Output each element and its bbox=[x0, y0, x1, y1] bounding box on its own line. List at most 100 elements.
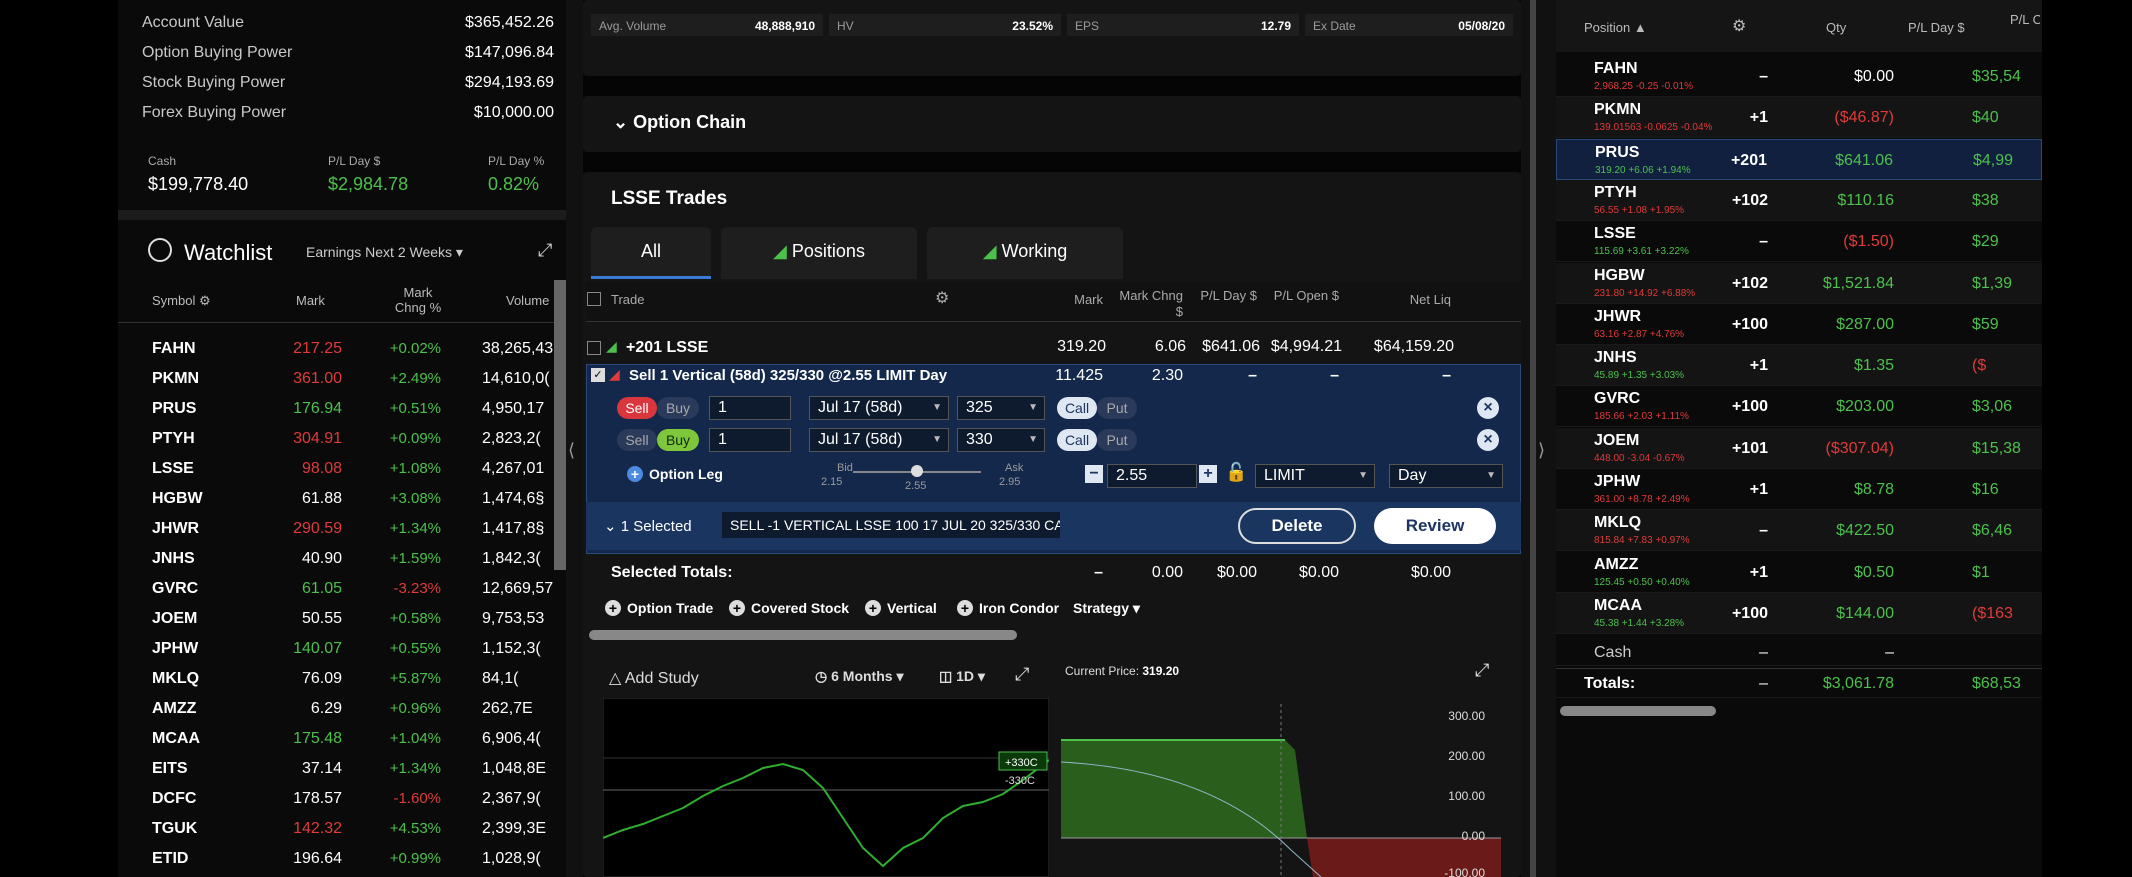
watchlist-row[interactable]: PKMN 361.00 +2.49% 14,610,0( bbox=[118, 364, 566, 394]
gear-icon[interactable]: ⚙ bbox=[935, 288, 949, 308]
strike-select[interactable]: 325 ▼ bbox=[957, 396, 1045, 420]
expiration-select[interactable]: Jul 17 (58d) ▼ bbox=[809, 428, 949, 452]
col-pl-day[interactable]: P/L Day $ bbox=[1908, 20, 1965, 35]
watchlist-row[interactable]: GVRC 61.05 -3.23% 12,669,57 bbox=[118, 574, 566, 604]
quantity-input[interactable]: 1 bbox=[709, 428, 791, 452]
position-row[interactable]: HGBW 231.80 +14.92 +6.88% +102 $1,521.84 $1,… bbox=[1556, 262, 2042, 304]
watchlist-row[interactable]: AMZZ 6.29 +0.96% 262,7E bbox=[118, 694, 566, 724]
strategy-dropdown[interactable]: Strategy ▾ bbox=[1073, 600, 1140, 617]
watchlist-row[interactable]: PRUS 176.94 +0.51% 4,950,17 bbox=[118, 394, 566, 424]
position-row[interactable]: ◢ +201 LSSE 319.20 6.06 $641.06 $4,994.2… bbox=[586, 338, 1521, 362]
put-toggle[interactable]: Put bbox=[1097, 397, 1137, 419]
position-row[interactable]: PRUS 319.20 +6.06 +1.94% +201 $641.06 $4,99 bbox=[1556, 138, 2042, 180]
position-row[interactable]: JHWR 63.16 +2.87 +4.76% +100 $287.00 $59 bbox=[1556, 304, 2042, 345]
collapse-left-icon[interactable]: ⟨ bbox=[568, 440, 575, 461]
watchlist-row[interactable]: JOEM 50.55 +0.58% 9,753,53 bbox=[118, 604, 566, 634]
position-row[interactable]: LSSE 115.69 +3.61 +3.22% – ($1.50) $29 bbox=[1556, 221, 2042, 263]
watchlist-filter-dropdown[interactable]: Earnings Next 2 Weeks ▾ bbox=[306, 244, 463, 261]
lock-icon[interactable]: 🔓 bbox=[1225, 462, 1247, 483]
col-pl-open[interactable]: P/L Open $ bbox=[1273, 288, 1339, 304]
col-mark[interactable]: Mark bbox=[1023, 292, 1103, 308]
add-option-leg-button[interactable]: + Option Leg bbox=[627, 466, 723, 482]
col-mark[interactable]: Mark bbox=[296, 293, 325, 308]
buy-toggle[interactable]: Buy bbox=[657, 429, 699, 451]
increment-button[interactable]: + bbox=[1199, 465, 1217, 483]
selected-toggle[interactable]: ⌄ 1 Selected bbox=[604, 517, 692, 535]
left-splitter[interactable] bbox=[566, 0, 583, 877]
position-row[interactable]: JNHS 45.89 +1.35 +3.03% +1 $1.35 ($ bbox=[1556, 345, 2042, 387]
col-trade[interactable]: Trade bbox=[611, 292, 644, 308]
right-splitter[interactable] bbox=[1521, 0, 1556, 877]
add-study-button[interactable]: △ Add Study bbox=[609, 668, 699, 688]
watchlist-row[interactable]: DCFC 178.57 -1.60% 2,367,9( bbox=[118, 784, 566, 814]
horizontal-scrollbar[interactable] bbox=[589, 630, 1017, 640]
interval-dropdown[interactable]: ◫ 1D ▾ bbox=[939, 668, 985, 685]
vertical-button[interactable]: + Vertical bbox=[865, 600, 937, 616]
position-row[interactable]: GVRC 185.66 +2.03 +1.11% +100 $203.00 $3,06 bbox=[1556, 386, 2042, 428]
tif-select[interactable]: Day ▼ bbox=[1389, 464, 1503, 488]
tab-positions[interactable]: ◢ Positions bbox=[721, 227, 917, 279]
range-dropdown[interactable]: ◷ 6 Months ▾ bbox=[815, 668, 903, 685]
watchlist-row[interactable]: MCAA 175.48 +1.04% 6,906,4( bbox=[118, 724, 566, 754]
iron-condor-button[interactable]: + Iron Condor bbox=[957, 600, 1059, 616]
option-chain-section[interactable]: ⌄ Option Chain bbox=[583, 96, 1521, 152]
watchlist-row[interactable]: MKLQ 76.09 +5.87% 84,1( bbox=[118, 664, 566, 694]
watchlist-scrollbar[interactable] bbox=[554, 280, 566, 570]
position-row[interactable]: AMZZ 125.45 +0.50 +0.40% +1 $0.50 $1 bbox=[1556, 552, 2042, 593]
position-row[interactable]: MCAA 45.38 +1.44 +3.28% +100 $144.00 ($163 bbox=[1556, 592, 2042, 634]
remove-leg-icon[interactable]: × bbox=[1477, 429, 1499, 451]
watchlist-row[interactable]: EITS 37.14 +1.34% 1,048,8E bbox=[118, 754, 566, 784]
watchlist-row[interactable]: JPHW 140.07 +0.55% 1,152,3( bbox=[118, 634, 566, 664]
tab-all[interactable]: All bbox=[591, 227, 711, 279]
watchlist-row[interactable]: HGBW 61.88 +3.08% 1,474,6§ bbox=[118, 484, 566, 514]
slider-handle[interactable] bbox=[911, 465, 923, 477]
col-volume[interactable]: Volume bbox=[506, 293, 549, 308]
watchlist-row[interactable]: JHWR 290.59 +1.34% 1,417,8§ bbox=[118, 514, 566, 544]
position-row[interactable]: PTYH 56.55 +1.08 +1.95% +102 $110.16 $38 bbox=[1556, 179, 2042, 221]
row-checkbox-checked[interactable]: ✓ bbox=[591, 368, 605, 382]
horizontal-scrollbar[interactable] bbox=[1560, 706, 1716, 716]
expand-icon[interactable]: ⤢ bbox=[538, 240, 552, 261]
gear-icon[interactable]: ⚙ bbox=[199, 293, 211, 308]
call-toggle[interactable]: Call bbox=[1057, 397, 1097, 419]
col-mark-chng[interactable]: Mark Chng $ bbox=[1113, 288, 1183, 320]
review-button[interactable]: Review bbox=[1374, 508, 1496, 544]
tab-working[interactable]: ◢ Working bbox=[927, 227, 1123, 279]
option-trade-button[interactable]: + Option Trade bbox=[605, 600, 713, 616]
watchlist-row[interactable]: PTYH 304.91 +0.09% 2,823,2( bbox=[118, 424, 566, 454]
collapse-right-icon[interactable]: ⟩ bbox=[1538, 440, 1545, 461]
buy-toggle[interactable]: Buy bbox=[657, 397, 699, 419]
position-row[interactable]: JOEM 448.00 -3.04 -0.67% +101 ($307.04) $15,… bbox=[1556, 427, 2042, 469]
order-type-select[interactable]: LIMIT ▼ bbox=[1255, 464, 1375, 488]
col-pl-day[interactable]: P/L Day $ bbox=[1197, 288, 1257, 304]
watchlist-row[interactable]: ETID 196.64 +0.99% 1,028,9( bbox=[118, 844, 566, 874]
watchlist-row[interactable]: LSSE 98.08 +1.08% 4,267,01 bbox=[118, 454, 566, 484]
option-chain-toggle[interactable]: ⌄ Option Chain bbox=[613, 112, 746, 133]
position-row[interactable]: FAHN 2,968.25 -0.25 -0.01% – $0.00 $35,54 bbox=[1556, 56, 2042, 97]
watchlist-row[interactable]: JNHS 40.90 +1.59% 1,842,3( bbox=[118, 544, 566, 574]
position-row[interactable]: JPHW 361.00 +8.78 +2.49% +1 $8.78 $16 bbox=[1556, 469, 2042, 510]
sell-toggle[interactable]: Sell bbox=[617, 429, 657, 451]
col-pl-open[interactable]: P/L Op bbox=[2010, 12, 2040, 27]
strike-select[interactable]: 330 ▼ bbox=[957, 428, 1045, 452]
decrement-button[interactable]: − bbox=[1085, 465, 1103, 483]
col-net-liq[interactable]: Net Liq bbox=[1363, 292, 1451, 308]
delete-button[interactable]: Delete bbox=[1238, 508, 1356, 544]
col-symbol[interactable]: Symbol ⚙ bbox=[152, 293, 211, 308]
position-row[interactable]: MKLQ 815.84 +7.83 +0.97% – $422.50 $6,46 bbox=[1556, 510, 2042, 552]
sell-toggle[interactable]: Sell bbox=[617, 397, 657, 419]
covered-stock-button[interactable]: + Covered Stock bbox=[729, 600, 849, 616]
gear-icon[interactable]: ⚙ bbox=[1732, 16, 1746, 36]
col-position[interactable]: Position ▲ bbox=[1584, 20, 1647, 35]
put-toggle[interactable]: Put bbox=[1097, 429, 1137, 451]
remove-leg-icon[interactable]: × bbox=[1477, 397, 1499, 419]
expiration-select[interactable]: Jul 17 (58d) ▼ bbox=[809, 396, 949, 420]
row-checkbox[interactable] bbox=[587, 341, 601, 355]
quantity-input[interactable]: 1 bbox=[709, 396, 791, 420]
col-mark-chng[interactable]: Mark Chng % bbox=[388, 285, 448, 315]
select-all-checkbox[interactable] bbox=[587, 292, 601, 306]
watchlist-row[interactable]: FAHN 217.25 +0.02% 38,265,43 bbox=[118, 334, 566, 364]
expand-icon[interactable]: ⤢ bbox=[1015, 664, 1029, 685]
watchlist-row[interactable]: TGUK 142.32 +4.53% 2,399,3E bbox=[118, 814, 566, 844]
expand-icon[interactable]: ⤢ bbox=[1475, 660, 1489, 681]
